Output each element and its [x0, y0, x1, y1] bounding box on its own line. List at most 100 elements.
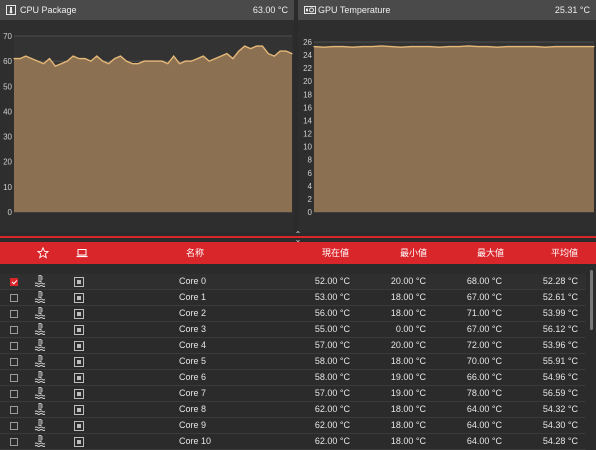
data-point — [220, 55, 222, 57]
data-point — [255, 45, 258, 47]
column-header-current[interactable]: 現在値 — [322, 242, 349, 264]
table-scroll-thumb[interactable] — [590, 270, 593, 330]
cell-max: 67.00 °C — [466, 324, 502, 334]
data-point — [313, 45, 315, 48]
data-point — [31, 58, 33, 60]
table-row[interactable]: Core 7 57.00 °C 19.00 °C 78.00 °C 56.59 °C — [0, 386, 586, 402]
data-point — [273, 55, 275, 57]
cell-max: 68.00 °C — [466, 276, 502, 286]
column-header-avg[interactable]: 平均値 — [551, 242, 578, 264]
cell-max: 66.00 °C — [466, 372, 502, 382]
cell-max: 72.00 °C — [466, 340, 502, 350]
column-header-min[interactable]: 最小値 — [400, 242, 427, 264]
gpu-temperature-panel: GPU Temperature 25.31 °C 0 2 4 6 8 10 12 14 16 18… — [298, 0, 596, 232]
table-row[interactable]: Core 6 58.00 °C 19.00 °C 66.00 °C 54.96 °C — [0, 370, 586, 386]
data-point — [583, 45, 585, 48]
data-point — [593, 45, 595, 48]
row-checkbox[interactable] — [10, 406, 18, 414]
cpu-chip-icon — [74, 341, 84, 351]
data-point — [167, 63, 169, 65]
gpu-temperature-value: 25.31 °C — [554, 5, 590, 15]
cell-max: 78.00 °C — [466, 388, 502, 398]
table-row[interactable]: Core 8 62.00 °C 18.00 °C 64.00 °C 54.32 °C — [0, 402, 586, 418]
splitter-grip-icon[interactable]: ⌃ ⌄ — [293, 231, 303, 244]
data-point — [323, 46, 325, 48]
data-point — [496, 46, 499, 48]
table-row[interactable]: Core 10 62.00 °C 18.00 °C 64.00 °C 54.28 °C — [0, 434, 586, 450]
table-row[interactable]: Core 3 55.00 °C 0.00 °C 67.00 °C 56.12 °C — [0, 322, 586, 338]
table-row[interactable]: Core 9 62.00 °C 18.00 °C 64.00 °C 54.30 °C — [0, 418, 586, 434]
column-header-max[interactable]: 最大値 — [477, 242, 504, 264]
star-icon[interactable] — [36, 246, 50, 259]
cpu-package-panel-header[interactable]: CPU Package 63.00 °C — [0, 0, 294, 20]
temperature-sensor-icon — [34, 419, 46, 432]
cell-current: 57.00 °C — [314, 388, 350, 398]
row-checkbox[interactable] — [10, 310, 18, 318]
row-checkbox[interactable] — [10, 422, 18, 430]
y-tick-label: 24 — [303, 51, 312, 60]
cell-min: 18.00 °C — [390, 356, 426, 366]
gpu-temperature-panel-header[interactable]: GPU Temperature 25.31 °C — [298, 0, 596, 20]
table-row[interactable]: Core 4 57.00 °C 20.00 °C 72.00 °C 53.96 °C — [0, 338, 586, 354]
data-point — [438, 46, 441, 48]
data-point — [78, 58, 80, 60]
cell-name: Core 0 — [179, 276, 207, 286]
cell-current: 52.00 °C — [314, 276, 350, 286]
cell-max: 64.00 °C — [466, 420, 502, 430]
cell-name: Core 7 — [179, 388, 207, 398]
y-tick-label: 50 — [3, 82, 12, 91]
panel-splitter[interactable]: ⌃ ⌄ — [0, 231, 596, 244]
table-row[interactable]: Core 2 56.00 °C 18.00 °C 71.00 °C 53.99 °C — [0, 306, 586, 322]
cell-max: 67.00 °C — [466, 292, 502, 302]
data-point — [244, 45, 246, 47]
cpu-package-panel: CPU Package 63.00 °C 0 10 20 30 40 50 60 70 — [0, 0, 294, 232]
cell-current: 57.00 °C — [314, 340, 350, 350]
data-point — [161, 60, 163, 62]
cell-avg: 52.28 °C — [542, 276, 578, 286]
y-tick-label: 6 — [308, 169, 313, 178]
data-point — [13, 58, 15, 60]
row-checkbox[interactable] — [10, 374, 18, 382]
cell-avg: 52.61 °C — [542, 292, 578, 302]
y-tick-label: 12 — [303, 130, 312, 139]
table-row[interactable]: Core 5 58.00 °C 18.00 °C 70.00 °C 55.91 °C — [0, 354, 586, 370]
laptop-icon[interactable] — [76, 247, 88, 259]
table-row[interactable]: Core 1 53.00 °C 18.00 °C 67.00 °C 52.61 °C — [0, 290, 586, 306]
cell-current: 62.00 °C — [314, 404, 350, 414]
cell-max: 64.00 °C — [466, 404, 502, 414]
data-point — [390, 45, 392, 48]
data-point — [196, 58, 198, 60]
data-point — [96, 55, 98, 57]
data-point — [173, 55, 175, 57]
row-checkbox[interactable] — [10, 390, 18, 398]
y-tick-label: 14 — [303, 116, 312, 125]
data-point — [371, 45, 373, 48]
y-tick-label: 0 — [8, 208, 13, 217]
data-point — [477, 45, 479, 48]
table-row[interactable]: Core 0 52.00 °C 20.00 °C 68.00 °C 52.28 °C — [0, 274, 586, 290]
row-checkbox[interactable] — [10, 438, 18, 446]
cpu-chip-icon — [74, 293, 84, 303]
row-checkbox[interactable] — [10, 342, 18, 350]
cpu-chip-icon — [74, 437, 84, 447]
y-tick-label: 10 — [3, 183, 12, 192]
data-point — [202, 55, 204, 57]
table-scrollbar[interactable] — [586, 264, 596, 450]
y-tick-label: 70 — [3, 32, 12, 41]
data-point — [285, 50, 287, 52]
row-checkbox[interactable] — [10, 326, 18, 334]
data-point — [125, 60, 127, 62]
column-header-name[interactable]: 名称 — [186, 242, 204, 264]
data-point — [279, 50, 281, 52]
data-point — [380, 45, 383, 47]
data-point — [37, 60, 39, 62]
cell-max: 70.00 °C — [466, 356, 502, 366]
row-checkbox[interactable] — [10, 294, 18, 302]
thermometer-icon — [6, 5, 16, 15]
cell-name: Core 6 — [179, 372, 207, 382]
temperature-sensor-icon — [34, 307, 46, 320]
data-point — [102, 60, 104, 62]
cell-avg: 53.99 °C — [542, 308, 578, 318]
row-checkbox[interactable] — [10, 278, 18, 286]
row-checkbox[interactable] — [10, 358, 18, 366]
